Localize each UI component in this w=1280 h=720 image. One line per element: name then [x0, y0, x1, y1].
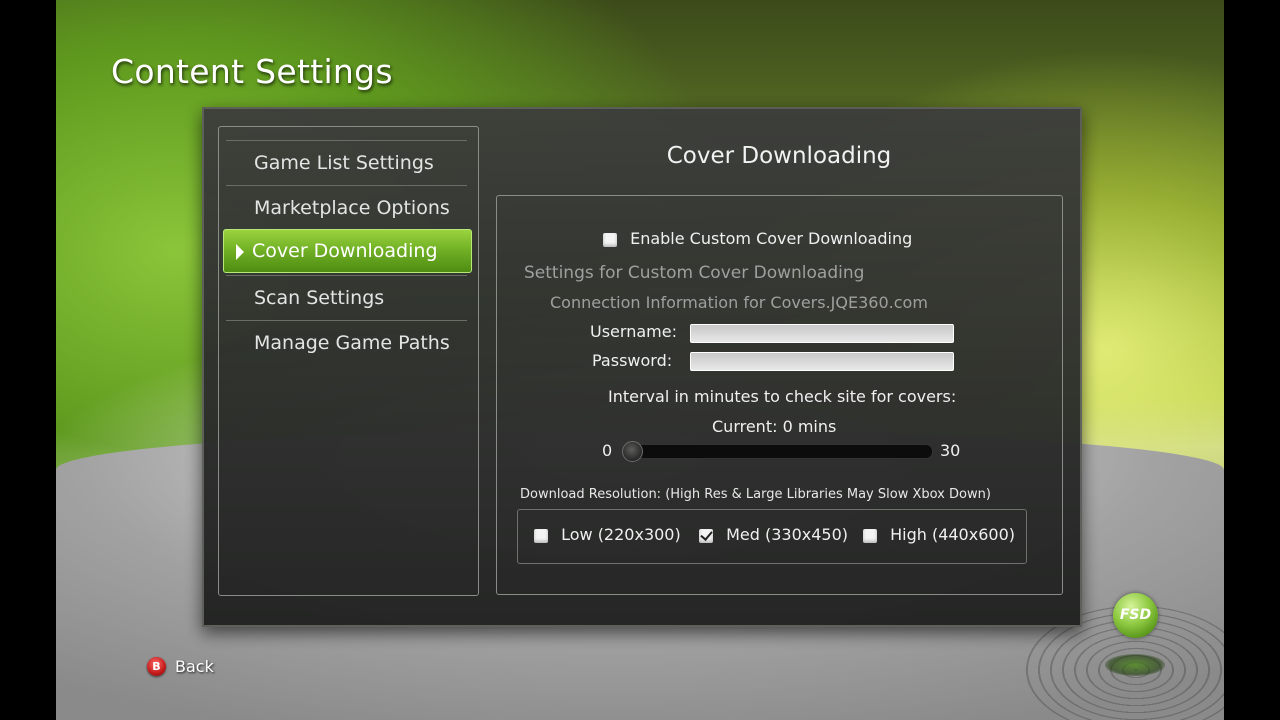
chevron-right-icon	[236, 244, 244, 260]
resolution-option-low[interactable]: Low (220x300)	[534, 525, 681, 544]
resolution-option-med[interactable]: Med (330x450)	[699, 525, 848, 544]
interval-slider[interactable]	[621, 441, 933, 462]
interval-current: Current: 0 mins	[712, 417, 837, 436]
username-label: Username:	[590, 322, 677, 341]
slider-thumb[interactable]	[622, 441, 643, 462]
sidebar-item-cover-downloading[interactable]: Cover Downloading	[223, 229, 472, 273]
sidebar-item-label: Game List Settings	[254, 151, 434, 174]
b-button-icon[interactable]: B	[147, 657, 166, 676]
sidebar-item-marketplace-options[interactable]: Marketplace Options	[226, 185, 467, 229]
sidebar-item-label: Cover Downloading	[252, 240, 438, 262]
enable-custom-cover-option[interactable]: Enable Custom Cover Downloading	[603, 229, 912, 248]
resolution-high-label: High (440x600)	[890, 525, 1015, 544]
sidebar-item-manage-game-paths[interactable]: Manage Game Paths	[226, 320, 467, 364]
page-title: Content Settings	[111, 52, 393, 91]
back-label[interactable]: Back	[175, 657, 214, 676]
interval-label: Interval in minutes to check site for co…	[608, 387, 957, 406]
slider-min-label: 0	[602, 441, 613, 460]
resolution-high-checkbox[interactable]	[863, 528, 877, 543]
username-field[interactable]	[690, 324, 954, 343]
sidebar-item-label: Scan Settings	[254, 286, 385, 309]
settings-heading: Settings for Custom Cover Downloading	[524, 263, 865, 283]
resolution-option-high[interactable]: High (440x600)	[863, 525, 1015, 544]
enable-custom-cover-label: Enable Custom Cover Downloading	[630, 229, 913, 248]
resolution-low-checkbox[interactable]	[534, 528, 548, 543]
resolution-med-checkbox[interactable]	[699, 528, 713, 543]
sidebar-item-scan-settings[interactable]: Scan Settings	[226, 275, 467, 319]
connection-heading: Connection Information for Covers.JQE360…	[550, 293, 928, 312]
enable-custom-cover-checkbox[interactable]	[603, 232, 617, 247]
sidebar-item-game-list-settings[interactable]: Game List Settings	[226, 140, 467, 184]
password-label: Password:	[592, 351, 673, 370]
resolution-label: Download Resolution: (High Res & Large L…	[520, 487, 991, 502]
sidebar-item-label: Manage Game Paths	[254, 331, 450, 354]
resolution-med-label: Med (330x450)	[726, 525, 849, 544]
logo-shadow	[1105, 654, 1165, 676]
password-field[interactable]	[690, 352, 954, 371]
slider-max-label: 30	[940, 441, 961, 460]
fsd-logo: FSD	[1113, 593, 1158, 638]
sidebar-item-label: Marketplace Options	[254, 196, 450, 219]
content-title: Cover Downloading	[666, 143, 892, 169]
resolution-low-label: Low (220x300)	[561, 525, 681, 544]
